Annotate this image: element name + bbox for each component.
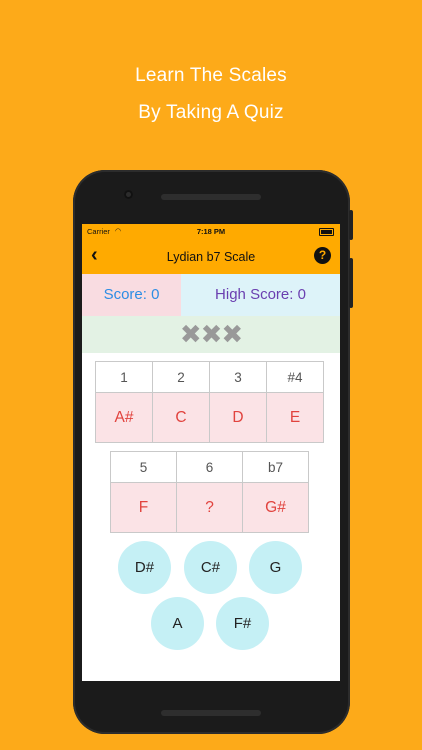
- promo-headline-line-1: Learn The Scales: [135, 65, 287, 86]
- note-cell: D: [209, 392, 267, 443]
- scale-table-row-1: 1 2 3 #4 A# C D E: [95, 361, 324, 443]
- degree-label: 6: [176, 451, 243, 483]
- question-icon[interactable]: ?: [314, 247, 331, 264]
- front-camera: [124, 190, 133, 199]
- strikes-indicator: ✖✖✖: [82, 316, 340, 353]
- degree-label: 1: [95, 361, 153, 393]
- note-cell: G#: [242, 482, 309, 533]
- degree-label: #4: [266, 361, 324, 393]
- page-title: Lydian b7 Scale: [166, 250, 256, 264]
- phone-frame: Carrier ◠ 7:18 PM ‹ Lydian b7 Scale ? Sc…: [73, 170, 353, 734]
- note-cell: C: [152, 392, 210, 443]
- degree-label: 3: [209, 361, 267, 393]
- choice-button-a[interactable]: A: [151, 597, 204, 650]
- promo-headline-line-2: By Taking A Quiz: [138, 102, 284, 123]
- degree-label: b7: [242, 451, 309, 483]
- choice-button-d-sharp[interactable]: D#: [118, 541, 171, 594]
- score-label: Score: 0: [82, 274, 181, 316]
- navigation-bar: ‹ Lydian b7 Scale ?: [82, 238, 340, 274]
- earpiece-speaker: [161, 194, 261, 200]
- degree-label: 5: [110, 451, 177, 483]
- battery-icon: [319, 228, 334, 236]
- status-bar: Carrier ◠ 7:18 PM: [82, 224, 340, 238]
- choice-button-f-sharp[interactable]: F#: [216, 597, 269, 650]
- volume-button: [349, 210, 353, 240]
- choice-button-g[interactable]: G: [249, 541, 302, 594]
- power-button: [349, 258, 353, 308]
- note-cell: F: [110, 482, 177, 533]
- bottom-speaker: [161, 710, 261, 716]
- unknown-note-cell: ?: [176, 482, 243, 533]
- degree-label: 2: [152, 361, 210, 393]
- note-cell: A#: [95, 392, 153, 443]
- note-cell: E: [266, 392, 324, 443]
- status-time: 7:18 PM: [196, 227, 226, 236]
- choice-button-c-sharp[interactable]: C#: [184, 541, 237, 594]
- scale-table-row-2: 5 6 b7 F ? G#: [110, 451, 309, 533]
- score-bar: Score: 0 High Score: 0: [82, 274, 340, 316]
- high-score-label: High Score: 0: [181, 274, 340, 316]
- app-screen: Carrier ◠ 7:18 PM ‹ Lydian b7 Scale ? Sc…: [82, 224, 340, 681]
